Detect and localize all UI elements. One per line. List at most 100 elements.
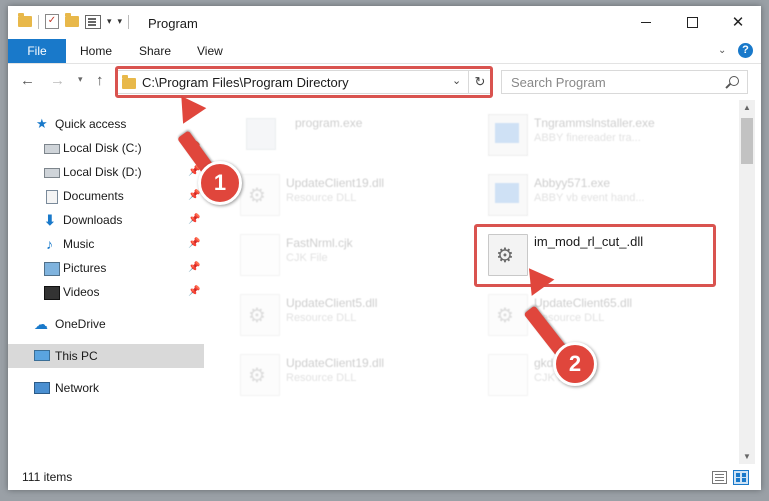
dll-file-icon bbox=[488, 294, 528, 336]
network-icon bbox=[34, 382, 50, 394]
recent-locations-icon[interactable]: ▾ bbox=[78, 74, 83, 85]
minimize-button[interactable] bbox=[623, 6, 669, 38]
documents-icon bbox=[46, 190, 58, 204]
dll-file-icon bbox=[240, 294, 280, 336]
customize-toolbar-icon[interactable]: ▾ bbox=[118, 16, 123, 27]
file-name: program.exe bbox=[295, 116, 363, 130]
pin-icon[interactable]: 📌 bbox=[188, 208, 200, 232]
up-arrow-icon[interactable]: ↑ bbox=[96, 72, 104, 89]
quick-access-toolbar: ✓ ▾ ▾ bbox=[18, 13, 130, 29]
scroll-down-icon[interactable]: ▼ bbox=[743, 452, 751, 461]
pin-icon[interactable]: 📌 bbox=[188, 256, 200, 280]
scroll-up-icon[interactable]: ▲ bbox=[743, 103, 751, 112]
help-icon[interactable]: ? bbox=[738, 43, 753, 58]
file-item[interactable]: UpdateClient19.dll Resource DLL bbox=[240, 350, 470, 400]
file-item[interactable]: Abbyy571.exe ABBY vb event hand... bbox=[488, 170, 718, 220]
cloud-icon: ☁ bbox=[34, 316, 48, 332]
properties-check-icon[interactable]: ✓ bbox=[45, 14, 59, 29]
step-badge-2: 2 bbox=[553, 342, 597, 386]
forward-arrow-icon[interactable]: → bbox=[50, 72, 65, 89]
star-icon: ★ bbox=[36, 116, 48, 131]
sidebar-item-downloads[interactable]: ⬇ Downloads 📌 bbox=[8, 208, 204, 232]
status-bar: 111 items bbox=[8, 464, 761, 490]
close-button[interactable]: ✕ bbox=[715, 6, 761, 38]
drive-icon bbox=[44, 168, 60, 178]
sidebar-item-label: Pictures bbox=[63, 261, 107, 275]
minimize-icon bbox=[641, 21, 651, 23]
file-item[interactable]: program.exe bbox=[240, 110, 470, 160]
navigation-pane: ★ Quick access Local Disk (C:) 📌 Local D… bbox=[8, 100, 204, 464]
address-bar-highlight bbox=[115, 66, 493, 98]
vertical-scrollbar[interactable]: ▲ ▼ bbox=[739, 100, 755, 464]
file-icon bbox=[240, 234, 280, 276]
sidebar-item-label: Quick access bbox=[55, 117, 127, 131]
pictures-icon bbox=[44, 262, 60, 276]
drive-icon bbox=[44, 144, 60, 154]
file-type: CJK File bbox=[286, 252, 328, 264]
file-item[interactable]: Tngrammslnstaller.exe ABBY finereader tr… bbox=[488, 110, 718, 160]
sidebar-item-label: Local Disk (C:) bbox=[63, 141, 142, 155]
application-icon bbox=[488, 114, 528, 156]
sidebar-item-this-pc[interactable]: This PC bbox=[8, 344, 204, 368]
tab-home[interactable]: Home bbox=[80, 39, 112, 63]
sidebar-item-label: Downloads bbox=[63, 213, 123, 227]
file-name: UpdateClient65.dll bbox=[534, 296, 633, 310]
sidebar-item-label: OneDrive bbox=[55, 317, 106, 331]
file-item[interactable]: UpdateClient65.dll Resource DLL bbox=[488, 290, 718, 340]
maximize-icon bbox=[686, 16, 698, 28]
pin-icon[interactable]: 📌 bbox=[188, 232, 200, 256]
toolbar-divider bbox=[38, 14, 39, 29]
file-type: Resource DLL bbox=[286, 192, 357, 204]
file-name: Tngrammslnstaller.exe bbox=[534, 116, 655, 130]
tab-file[interactable]: File bbox=[8, 39, 66, 63]
file-item[interactable]: UpdateClient5.dll Resource DLL bbox=[240, 290, 470, 340]
file-name: FastNrml.cjk bbox=[286, 236, 353, 250]
toolbar-divider bbox=[128, 14, 130, 29]
sidebar-item-onedrive[interactable]: ☁ OneDrive bbox=[8, 312, 204, 336]
sidebar-item-pictures[interactable]: Pictures 📌 bbox=[8, 256, 204, 280]
chevron-down-icon[interactable]: ▾ bbox=[107, 16, 112, 27]
file-type: ABBY vb event hand... bbox=[534, 192, 645, 204]
file-type: Resource DLL bbox=[286, 372, 357, 384]
sidebar-item-network[interactable]: Network bbox=[8, 376, 204, 400]
maximize-button[interactable] bbox=[669, 6, 715, 38]
file-type: ABBY finereader tra... bbox=[534, 132, 641, 144]
sidebar-item-quick-access[interactable]: ★ Quick access bbox=[8, 112, 204, 136]
item-count: 111 items bbox=[22, 470, 73, 484]
videos-icon bbox=[44, 286, 60, 300]
pin-icon[interactable]: 📌 bbox=[188, 280, 200, 304]
search-input[interactable]: Search Program bbox=[511, 75, 606, 90]
scrollbar-thumb[interactable] bbox=[741, 118, 753, 164]
sidebar-item-local-disk-c[interactable]: Local Disk (C:) 📌 bbox=[8, 136, 204, 160]
search-box[interactable]: Search Program bbox=[501, 70, 748, 94]
back-arrow-icon[interactable]: ← bbox=[20, 72, 35, 89]
new-folder-icon[interactable] bbox=[65, 13, 79, 27]
file-name: UpdateClient19.dll bbox=[286, 356, 385, 370]
file-item[interactable]: UpdateClient19.dll Resource DLL bbox=[240, 170, 470, 220]
sidebar-item-music[interactable]: ♪ Music 📌 bbox=[8, 232, 204, 256]
file-icon bbox=[488, 354, 528, 396]
tab-view[interactable]: View bbox=[197, 39, 223, 63]
sidebar-item-documents[interactable]: Documents 📌 bbox=[8, 184, 204, 208]
details-view-icon[interactable] bbox=[712, 471, 727, 484]
ribbon-tabs: File Home Share View ⌄ ? bbox=[8, 39, 761, 64]
file-name: Abbyy571.exe bbox=[534, 176, 611, 190]
file-name: UpdateClient19.dll bbox=[286, 176, 385, 190]
download-icon: ⬇ bbox=[44, 212, 56, 228]
expand-ribbon-icon[interactable]: ⌄ bbox=[718, 45, 726, 56]
tab-share[interactable]: Share bbox=[139, 39, 171, 63]
title-bar: ✓ ▾ ▾ Program ✕ bbox=[8, 6, 761, 39]
computer-icon bbox=[34, 350, 50, 361]
large-icons-view-icon[interactable] bbox=[733, 470, 749, 485]
file-item[interactable]: gkd.cjk CJK File bbox=[488, 350, 718, 400]
sidebar-item-label: Documents bbox=[63, 189, 124, 203]
sidebar-item-label: Network bbox=[55, 381, 100, 395]
target-file-highlight bbox=[474, 224, 716, 287]
music-icon: ♪ bbox=[46, 236, 53, 252]
sidebar-item-label: Local Disk (D:) bbox=[63, 165, 142, 179]
file-item[interactable]: FastNrml.cjk CJK File bbox=[240, 230, 470, 280]
close-icon: ✕ bbox=[731, 14, 745, 31]
sidebar-item-local-disk-d[interactable]: Local Disk (D:) 📌 bbox=[8, 160, 204, 184]
properties-icon[interactable] bbox=[85, 14, 101, 29]
sidebar-item-videos[interactable]: Videos 📌 bbox=[8, 280, 204, 304]
